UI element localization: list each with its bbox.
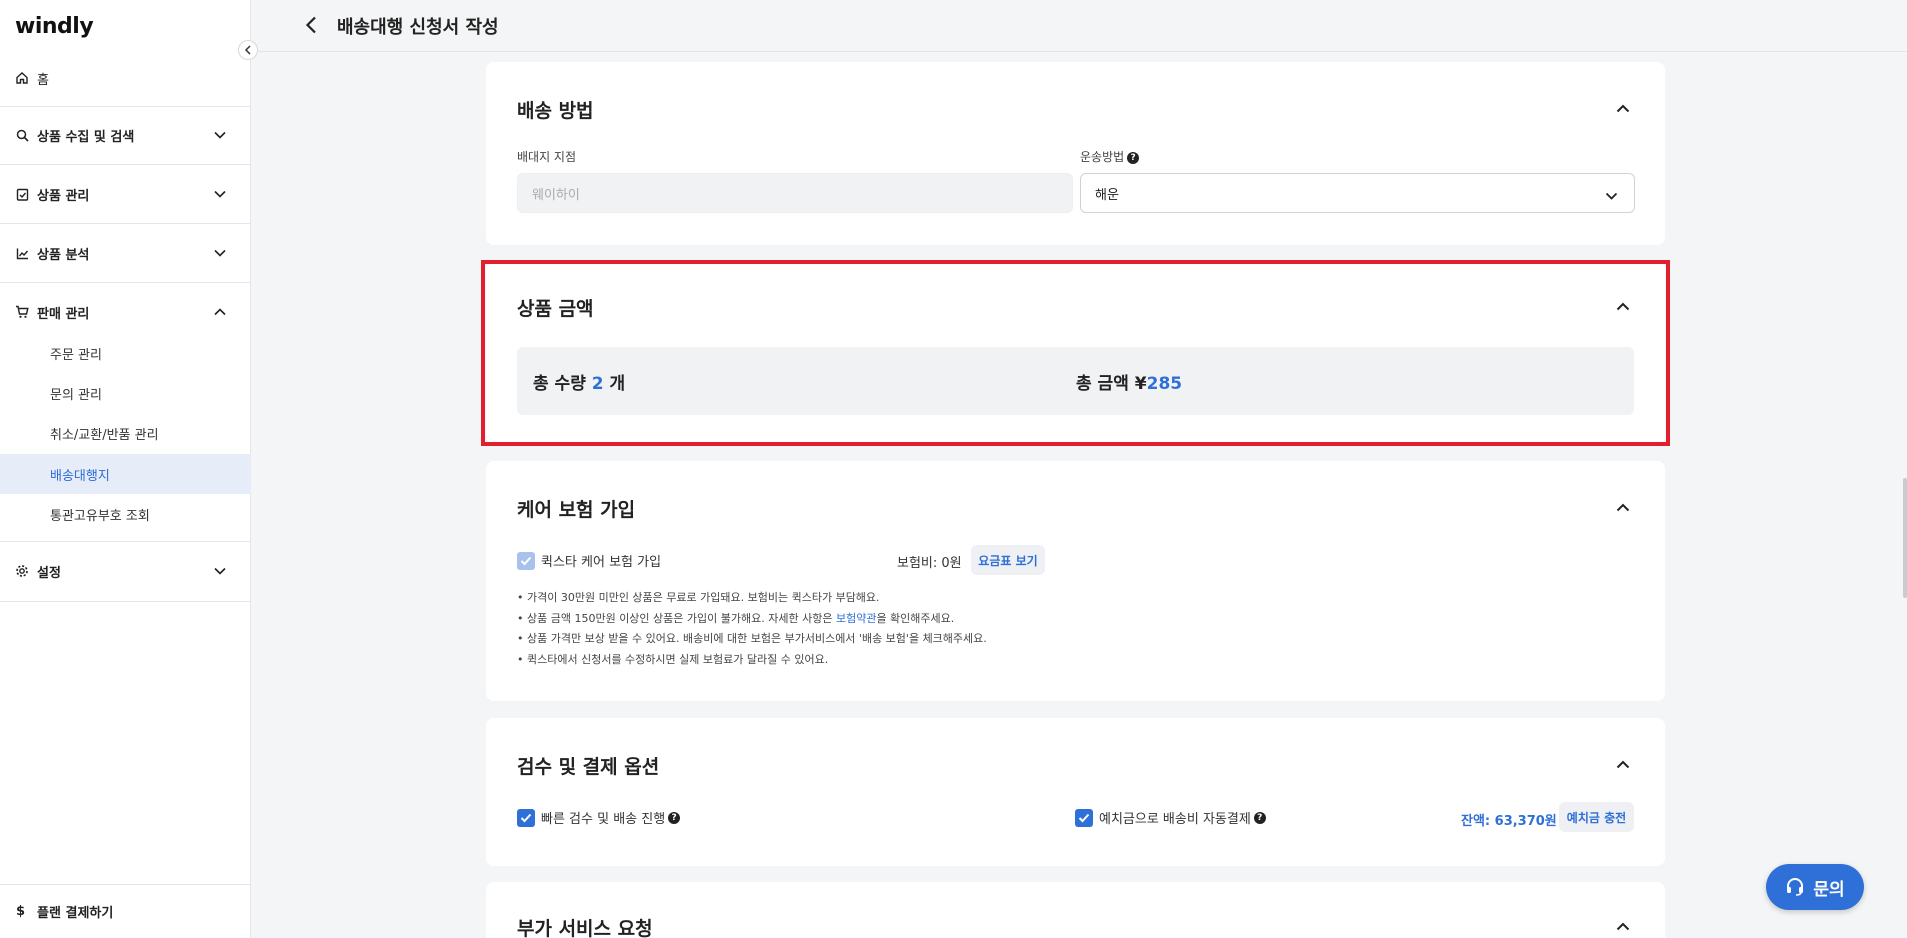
fast-inspection-row: 빠른 검수 및 배송 진행 ? <box>517 808 681 827</box>
insurance-terms-link[interactable]: 보험약관 <box>836 612 876 625</box>
scrollbar-thumb[interactable] <box>1903 478 1907 598</box>
cart-icon <box>15 305 29 319</box>
shipping-method-card: 배송 방법 배대지 지점 웨이하이 운송방법? 해운 <box>486 62 1665 245</box>
charge-deposit-button[interactable]: 예치금 충전 <box>1559 802 1634 832</box>
sidebar: windly 홈 상품 수집 및 검색 상품 관리 상품 분석 판매 관리 주문… <box>0 0 251 938</box>
plan-label: 플랜 결제하기 <box>37 906 114 921</box>
sidebar-item-label: 상품 관리 <box>37 188 90 204</box>
note-item: • 상품 금액 150만원 이상인 상품은 가입이 불가해요. 자세한 사항은 … <box>517 609 987 630</box>
insurance-label: 퀵스타 케어 보험 가입 <box>541 555 662 570</box>
card-title: 배송 방법 <box>517 100 594 122</box>
clipboard-check-icon <box>15 187 29 201</box>
chevron-up-icon[interactable] <box>1615 499 1631 515</box>
chevron-down-icon <box>213 128 227 142</box>
chevron-down-icon <box>213 564 227 578</box>
sidebar-subitem-customs-code[interactable]: 통관고유부호 조회 <box>0 494 251 534</box>
note-text: • 상품 금액 150만원 이상인 상품은 가입이 불가해요. 자세한 사항은 <box>517 611 836 625</box>
chevron-up-icon[interactable] <box>1615 918 1631 934</box>
card-title: 케어 보험 가입 <box>517 499 636 521</box>
warehouse-field: 웨이하이 <box>517 173 1073 213</box>
sidebar-subitem-returns[interactable]: 취소/교환/반품 관리 <box>0 413 251 453</box>
app-logo[interactable]: windly <box>15 14 94 39</box>
inspection-card: 검수 및 결제 옵션 빠른 검수 및 배송 진행 ? 예치금으로 배송비 자동결… <box>486 718 1665 866</box>
help-icon[interactable]: ? <box>668 811 681 824</box>
extra-service-card: 부가 서비스 요청 <box>486 882 1665 938</box>
plan-payment-button[interactable]: $ 플랜 결제하기 <box>0 884 251 938</box>
sidebar-item-label: 상품 분석 <box>37 247 90 263</box>
chevron-up-icon[interactable] <box>1615 756 1631 772</box>
note-item: • 상품 가격만 보상 받을 수 있어요. 배송비에 대한 보험은 부가서비스에… <box>517 632 987 645</box>
help-icon[interactable]: ? <box>1127 151 1140 164</box>
sidebar-collapse-button[interactable] <box>238 40 258 60</box>
note-item: • 가격이 30만원 미만인 상품은 무료로 가입돼요. 보험비는 퀵스타가 부… <box>517 591 880 604</box>
method-label: 운송방법? <box>1080 148 1140 165</box>
sidebar-subitem-forwarding[interactable]: 배송대행지 <box>0 454 251 494</box>
divider <box>0 601 251 602</box>
balance-text: 잔액: 63,370원 <box>1461 814 1557 829</box>
sidebar-item-label: 홈 <box>37 72 49 88</box>
inquiry-button[interactable]: 문의 <box>1766 864 1864 910</box>
headset-icon <box>1785 877 1805 897</box>
dollar-icon: $ <box>16 904 26 919</box>
fee-table-button[interactable]: 요금표 보기 <box>971 545 1045 575</box>
sidebar-subitem-inquiries[interactable]: 문의 관리 <box>0 373 251 413</box>
chart-line-icon <box>15 246 29 260</box>
insurance-checkbox[interactable] <box>517 551 535 570</box>
sidebar-item-label: 판매 관리 <box>37 306 90 322</box>
fast-inspection-checkbox[interactable] <box>517 808 535 827</box>
chevron-up-icon[interactable] <box>1615 100 1631 116</box>
warehouse-label: 배대지 지점 <box>517 150 577 164</box>
insurance-card: 케어 보험 가입 퀵스타 케어 보험 가입 보험비: 0원 요금표 보기 • 가… <box>486 461 1665 701</box>
search-icon <box>15 128 29 142</box>
card-title: 검수 및 결제 옵션 <box>517 756 660 778</box>
chevron-up-icon <box>213 305 227 319</box>
sidebar-item-products[interactable]: 상품 관리 <box>0 165 251 223</box>
chevron-down-icon <box>213 187 227 201</box>
help-icon[interactable]: ? <box>1253 811 1266 824</box>
inquiry-label: 문의 <box>1813 879 1845 900</box>
insurance-notes: • 가격이 30만원 미만인 상품은 무료로 가입돼요. 보험비는 퀵스타가 부… <box>517 588 987 670</box>
sidebar-item-collect[interactable]: 상품 수집 및 검색 <box>0 106 251 164</box>
auto-pay-label: 예치금으로 배송비 자동결제 <box>1099 812 1251 827</box>
page-header: 배송대행 신청서 작성 <box>251 0 1907 52</box>
chevron-down-icon <box>1605 189 1618 204</box>
gear-icon <box>15 564 29 578</box>
shipping-method-value: 해운 <box>1095 187 1119 203</box>
sidebar-subitem-orders[interactable]: 주문 관리 <box>0 333 251 373</box>
highlight-box <box>481 260 1670 446</box>
note-item: • 퀵스타에서 신청서를 수정하시면 실제 보험료가 달라질 수 있어요. <box>517 652 829 666</box>
sidebar-item-label: 상품 수집 및 검색 <box>37 129 135 145</box>
chevron-down-icon <box>213 246 227 260</box>
fast-inspection-label: 빠른 검수 및 배송 진행 <box>541 812 666 827</box>
home-icon <box>15 71 29 85</box>
back-button[interactable] <box>299 13 323 37</box>
page-title: 배송대행 신청서 작성 <box>337 17 499 38</box>
auto-pay-row: 예치금으로 배송비 자동결제 ? <box>1075 808 1266 827</box>
card-title: 부가 서비스 요청 <box>517 918 653 938</box>
sidebar-item-settings[interactable]: 설정 <box>0 542 251 600</box>
method-label-text: 운송방법 <box>1080 150 1125 164</box>
sidebar-item-label: 설정 <box>37 565 61 581</box>
note-text: 을 확인해주세요. <box>876 611 955 625</box>
sidebar-item-home[interactable]: 홈 <box>0 49 251 107</box>
shipping-method-select[interactable]: 해운 <box>1080 173 1635 213</box>
auto-pay-checkbox[interactable] <box>1075 808 1093 827</box>
insurance-fee: 보험비: 0원 <box>897 556 962 571</box>
insurance-checkbox-row: 퀵스타 케어 보험 가입 <box>517 551 661 570</box>
sidebar-item-analysis[interactable]: 상품 분석 <box>0 224 251 282</box>
